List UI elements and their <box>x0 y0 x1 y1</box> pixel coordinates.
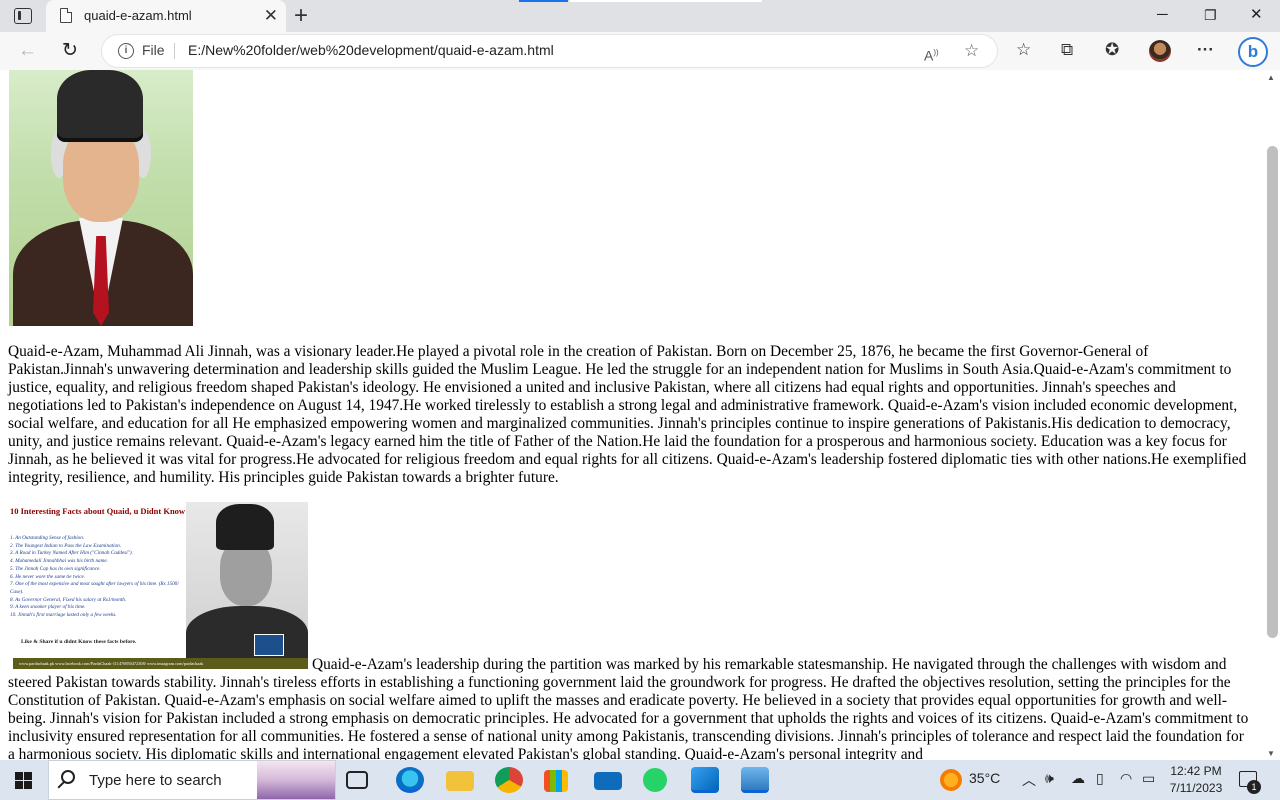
tab-actions-icon[interactable] <box>14 8 32 24</box>
jinnah-portrait-image <box>9 70 193 326</box>
tab-title: quaid-e-azam.html <box>84 8 192 23</box>
weather-icon[interactable] <box>940 769 962 791</box>
onedrive-icon[interactable]: ☁ <box>1071 770 1085 787</box>
url-text[interactable]: E:/New%20folder/web%20development/quaid-… <box>188 42 554 58</box>
read-aloud-icon[interactable]: A)) <box>924 43 939 66</box>
browser-toolbar: ← ↻ i File E:/New%20folder/web%20develop… <box>0 32 1280 70</box>
windows-taskbar: Type here to search 35°C ︿ 🕪 ☁ ▯ ◠ ▭ 12:… <box>0 760 1280 800</box>
poster-logo <box>254 634 284 656</box>
show-hidden-icons[interactable]: ︿ <box>1022 770 1036 790</box>
extensions-icon[interactable]: ✪ <box>1105 40 1119 60</box>
poster-share-line: Like & Share if u didnt Know these facts… <box>21 639 137 645</box>
tab-active[interactable]: quaid-e-azam.html ✕ <box>46 0 286 32</box>
profile-avatar[interactable] <box>1149 40 1171 62</box>
poster-fact: 3. A Road in Turkey Named After Him ("Ci… <box>10 550 133 557</box>
collections-icon[interactable]: ⧉ <box>1061 40 1073 60</box>
partition-paragraph: Quaid-e-Azam's leadership during the par… <box>8 656 1249 760</box>
poster-facts-list: 1. An Outstanding Sense of fashion. 2. T… <box>10 535 188 620</box>
edge-browser-icon[interactable] <box>396 767 424 793</box>
file-icon <box>60 8 72 23</box>
photos-icon[interactable] <box>741 767 769 793</box>
poster-photo-coat <box>186 606 308 658</box>
poster-photo-cap <box>216 504 274 550</box>
windows-start-icon[interactable] <box>15 772 32 789</box>
info-icon[interactable]: i <box>118 43 134 59</box>
address-divider <box>174 43 175 59</box>
scroll-down-icon[interactable]: ▼ <box>1267 749 1275 758</box>
close-tab-icon[interactable]: ✕ <box>264 6 278 26</box>
close-window-icon[interactable]: ✕ <box>1250 5 1263 25</box>
poster-fact: 7. One of the most expensive and most so… <box>10 581 179 595</box>
address-bar[interactable]: i File E:/New%20folder/web%20development… <box>102 35 997 67</box>
scroll-thumb[interactable] <box>1267 146 1278 638</box>
intro-paragraph: Quaid-e-Azam, Muhammad Ali Jinnah, was a… <box>8 343 1247 486</box>
refresh-icon[interactable]: ↻ <box>62 39 78 63</box>
taskbar-search[interactable]: Type here to search <box>48 760 336 800</box>
microsoft-store-icon[interactable] <box>544 770 568 792</box>
favorites-icon[interactable]: ☆ <box>1016 40 1031 60</box>
tab-indicator-secondary <box>570 0 762 2</box>
favorite-star-icon[interactable]: ☆ <box>964 41 979 61</box>
back-arrow-icon[interactable]: ← <box>18 39 37 63</box>
search-icon <box>61 770 75 784</box>
more-menu-icon[interactable]: ··· <box>1197 40 1214 60</box>
notification-badge: 1 <box>1247 780 1261 794</box>
task-view-icon[interactable] <box>346 771 368 789</box>
portrait-cap <box>57 70 143 142</box>
new-tab-button[interactable]: + <box>294 3 308 29</box>
poster-fact: 10. Jinnah's first marriage lasted only … <box>10 612 117 619</box>
vscode-icon[interactable] <box>691 767 719 793</box>
poster-fact: 5. The Jinnah Cap has its own significan… <box>10 565 101 572</box>
poster-fact: 9. A keen snooker player of his time. <box>10 604 86 611</box>
file-explorer-icon[interactable] <box>446 771 474 791</box>
restore-icon[interactable]: ❐ <box>1204 5 1217 25</box>
poster-photo <box>186 502 308 658</box>
poster-fact: 1. An Outstanding Sense of fashion. <box>10 535 85 541</box>
volume-icon[interactable]: 🕪 <box>1045 770 1054 787</box>
tab-indicator <box>519 0 568 2</box>
poster-title: 10 Interesting Facts about Quaid, u Didn… <box>10 506 186 516</box>
bing-chat-icon[interactable]: b <box>1238 37 1268 67</box>
clock[interactable]: 12:42 PM 7/11/2023 <box>1166 763 1226 797</box>
clock-date: 7/11/2023 <box>1169 781 1223 795</box>
minimize-icon[interactable]: ─ <box>1157 5 1168 25</box>
device-icon[interactable]: ▯ <box>1096 770 1104 787</box>
whatsapp-icon[interactable] <box>643 768 667 792</box>
search-placeholder: Type here to search <box>89 772 222 789</box>
scroll-up-icon[interactable]: ▲ <box>1267 73 1275 82</box>
temperature-text[interactable]: 35°C <box>969 770 1000 786</box>
mail-icon[interactable] <box>594 772 622 790</box>
facts-poster-image: 10 Interesting Facts about Quaid, u Didn… <box>9 502 308 669</box>
battery-icon[interactable]: ▭ <box>1142 770 1155 787</box>
chrome-icon[interactable] <box>495 767 523 793</box>
scheme-label: File <box>142 42 165 58</box>
tab-strip: quaid-e-azam.html ✕ + ─ ❐ ✕ <box>0 0 1280 32</box>
vertical-scrollbar[interactable]: ▲ ▼ <box>1264 70 1280 760</box>
search-highlight-image <box>257 761 335 799</box>
page-content: Quaid-e-Azam, Muhammad Ali Jinnah, was a… <box>0 70 1264 760</box>
wifi-icon[interactable]: ◠ <box>1120 770 1132 787</box>
poster-fact: 4. Muhamedali Jinnahbhai was his birth n… <box>10 558 108 565</box>
clock-time: 12:42 PM <box>1170 764 1222 778</box>
